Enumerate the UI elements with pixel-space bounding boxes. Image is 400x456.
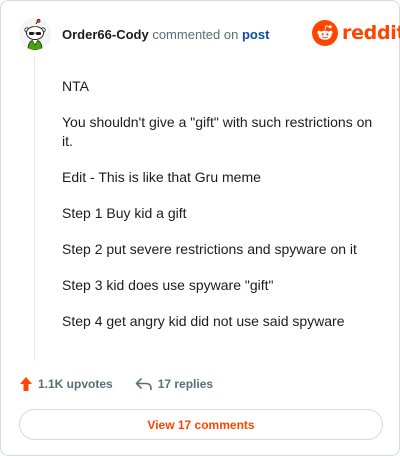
reddit-wordmark: reddit	[342, 22, 400, 44]
username-link[interactable]: Order66-Cody	[62, 27, 149, 42]
comment-embed-card: Order66-Cody commented on post reddit NT…	[0, 0, 400, 456]
upvote-arrow-icon	[20, 377, 32, 391]
reddit-logo-icon	[312, 20, 338, 46]
upvote-count: 1.1K upvotes	[38, 377, 113, 391]
user-avatar[interactable]	[19, 18, 51, 50]
view-comments-button[interactable]: View 17 comments	[19, 409, 383, 440]
comment-paragraph: Edit - This is like that Gru meme	[62, 169, 261, 185]
comment-paragraph: Step 3 kid does use spyware "gift"	[62, 277, 274, 293]
post-link[interactable]: post	[242, 27, 269, 42]
comment-paragraph: You shouldn't give a "gift" with such re…	[62, 114, 373, 149]
thread-line[interactable]	[34, 57, 35, 361]
upvote-button[interactable]: 1.1K upvotes	[19, 376, 113, 392]
commented-on-text: commented on	[152, 27, 239, 42]
snoo-avatar-icon	[19, 18, 51, 50]
comment-actions: 1.1K upvotes 17 replies	[19, 375, 213, 393]
comment-paragraph: Step 1 Buy kid a gift	[62, 205, 187, 221]
comment-paragraph: NTA	[62, 78, 89, 94]
comment-paragraph: Step 2 put severe restrictions and spywa…	[62, 241, 357, 257]
comment-header: Order66-Cody commented on post	[62, 27, 269, 43]
replies-count: 17 replies	[157, 377, 214, 391]
reddit-logo[interactable]: reddit	[312, 20, 400, 46]
replies-button[interactable]: 17 replies	[135, 377, 213, 391]
comment-body: NTA You shouldn't give a "gift" with suc…	[62, 77, 384, 348]
reply-arrow-icon	[135, 378, 152, 391]
comment-paragraph: Step 4 get angry kid did not use said sp…	[62, 313, 345, 329]
